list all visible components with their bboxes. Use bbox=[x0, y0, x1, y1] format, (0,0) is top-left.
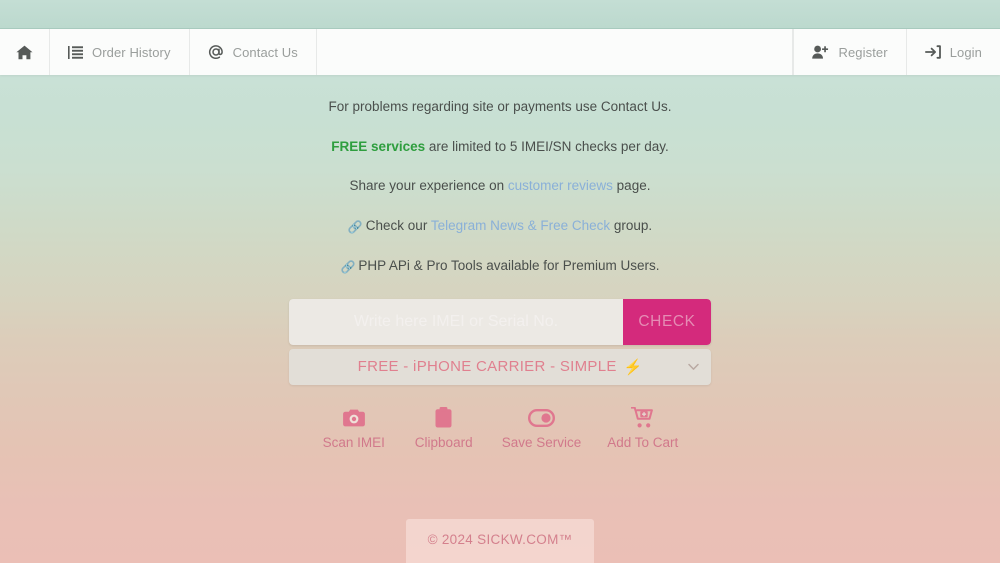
notice-telegram: 🔗 Check our Telegram News & Free Check gr… bbox=[0, 217, 1000, 234]
top-banner-strip bbox=[0, 0, 1000, 29]
api-text: PHP APi & Pro Tools available for Premiu… bbox=[358, 257, 660, 273]
free-limit-text: are limited to 5 IMEI/SN checks per day. bbox=[425, 138, 669, 154]
toggle-icon bbox=[527, 407, 555, 429]
service-select[interactable]: FREE - iPHONE CARRIER - SIMPLE ⚡ bbox=[289, 348, 711, 385]
clipboard-label: Clipboard bbox=[414, 434, 473, 450]
customer-reviews-link[interactable]: customer reviews bbox=[508, 178, 613, 193]
service-select-label: FREE - iPHONE CARRIER - SIMPLE bbox=[357, 358, 617, 375]
notice-api: 🔗 PHP APi & Pro Tools available for Premi… bbox=[0, 257, 1000, 274]
main-navbar: Order History Contact Us Register Login bbox=[0, 29, 1000, 75]
save-service-label: Save Service bbox=[501, 434, 582, 450]
at-icon bbox=[208, 44, 224, 60]
main-content: For problems regarding site or payments … bbox=[0, 75, 1000, 450]
reviews-prefix: Share your experience on bbox=[349, 178, 508, 193]
link-chain-icon-2: 🔗 bbox=[340, 259, 356, 274]
navbar-right-group: Register Login bbox=[793, 29, 1000, 75]
nav-contact-us-label: Contact Us bbox=[232, 44, 298, 60]
navbar-left-group: Order History Contact Us bbox=[0, 29, 317, 75]
add-to-cart-button[interactable]: Add To Cart bbox=[607, 407, 678, 450]
nav-login[interactable]: Login bbox=[905, 29, 1000, 75]
clipboard-button[interactable]: Clipboard bbox=[412, 407, 476, 450]
imei-search-input[interactable] bbox=[289, 298, 623, 345]
nav-register-label: Register bbox=[838, 44, 888, 60]
telegram-suffix: group. bbox=[610, 217, 653, 233]
chevron-down-icon bbox=[688, 363, 699, 370]
check-button[interactable]: CHECK bbox=[623, 298, 711, 345]
sign-in-icon bbox=[924, 45, 941, 59]
telegram-link[interactable]: Telegram News & Free Check bbox=[431, 218, 610, 233]
link-chain-icon: 🔗 bbox=[347, 219, 363, 234]
nav-order-history[interactable]: Order History bbox=[50, 29, 190, 75]
notice-contact-text: For problems regarding site or payments … bbox=[328, 99, 672, 114]
page-footer: © 2024 SICKW.COM™ bbox=[0, 519, 1000, 563]
list-icon bbox=[68, 45, 83, 59]
reviews-suffix: page. bbox=[612, 178, 651, 193]
free-services-label: FREE services bbox=[331, 138, 426, 154]
action-buttons: Scan IMEI Clipboard Save Service Add To … bbox=[0, 407, 1000, 450]
copyright-badge: © 2024 SICKW.COM™ bbox=[405, 519, 595, 563]
save-service-button[interactable]: Save Service bbox=[501, 407, 582, 450]
lightning-bolt-icon: ⚡ bbox=[623, 358, 643, 376]
notice-contact: For problems regarding site or payments … bbox=[0, 100, 1000, 114]
nav-home[interactable] bbox=[0, 29, 50, 75]
notice-reviews: Share your experience on customer review… bbox=[0, 179, 1000, 193]
navbar-spacer bbox=[317, 29, 794, 75]
cart-plus-icon bbox=[630, 407, 655, 429]
nav-login-label: Login bbox=[949, 44, 982, 60]
add-to-cart-label: Add To Cart bbox=[607, 434, 679, 450]
clipboard-icon bbox=[435, 407, 452, 429]
scan-imei-label: Scan IMEI bbox=[322, 434, 385, 450]
camera-icon bbox=[342, 407, 365, 429]
telegram-prefix: Check our bbox=[365, 217, 431, 233]
nav-register[interactable]: Register bbox=[793, 29, 905, 75]
nav-order-history-label: Order History bbox=[92, 44, 171, 60]
nav-contact-us[interactable]: Contact Us bbox=[190, 29, 317, 75]
search-row: CHECK bbox=[289, 298, 711, 345]
scan-imei-button[interactable]: Scan IMEI bbox=[322, 407, 386, 450]
imei-check-widget: CHECK FREE - iPHONE CARRIER - SIMPLE ⚡ bbox=[289, 298, 711, 385]
notice-free-limit: FREE services are limited to 5 IMEI/SN c… bbox=[0, 138, 1000, 154]
user-plus-icon bbox=[812, 45, 829, 59]
home-icon bbox=[16, 45, 33, 60]
